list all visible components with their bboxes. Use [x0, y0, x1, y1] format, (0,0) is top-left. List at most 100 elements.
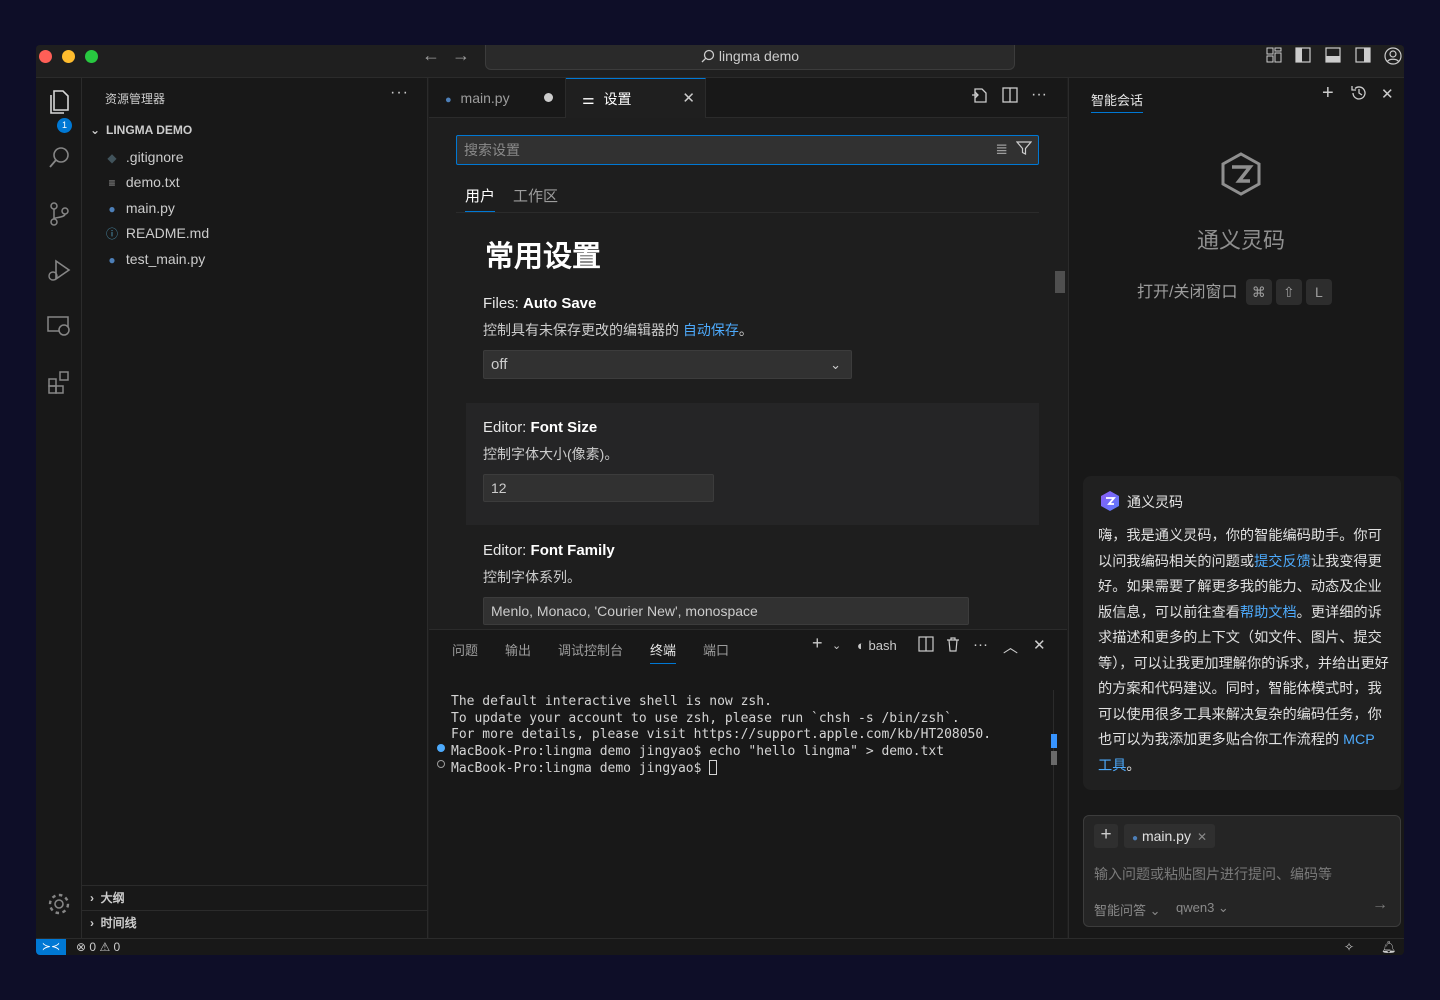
tab-settings[interactable]: ⚌ 设置 ✕: [566, 78, 706, 118]
model-selector[interactable]: qwen3 ⌄: [1176, 900, 1229, 916]
settings-scope-tabs: 用户 工作区: [456, 175, 1039, 213]
search-icon: [701, 49, 715, 63]
maximize-panel-icon[interactable]: ︿: [1003, 636, 1018, 657]
customize-layout-icon[interactable]: [1266, 47, 1282, 67]
file-item-demo-txt[interactable]: ≡ demo.txt: [102, 170, 179, 194]
toggle-panel-icon[interactable]: [1325, 47, 1341, 67]
terminal-scrollbar[interactable]: [1053, 690, 1054, 938]
mode-selector[interactable]: 智能问答 ⌄: [1094, 900, 1161, 919]
close-panel-icon[interactable]: ✕: [1033, 636, 1046, 654]
git-file-icon: ◆: [107, 151, 117, 165]
remote-indicator-icon[interactable]: ≻≺: [36, 939, 66, 955]
file-item-main-py[interactable]: ● main.py: [102, 196, 175, 220]
chevron-down-icon: ⌄: [830, 357, 841, 372]
split-terminal-icon[interactable]: [918, 636, 934, 656]
error-icon: ⊗: [76, 940, 87, 954]
activity-bar: 1: [36, 78, 82, 938]
filter-icon[interactable]: [1015, 140, 1033, 160]
file-item-gitignore[interactable]: ◆ .gitignore: [102, 145, 183, 169]
command-center-search[interactable]: lingma demo: [485, 45, 1015, 70]
timeline-section[interactable]: › 时间线: [82, 910, 428, 935]
panel-more-icon[interactable]: ···: [973, 636, 988, 653]
open-settings-json-icon[interactable]: [971, 86, 989, 109]
close-tab-icon[interactable]: ✕: [682, 79, 695, 119]
setting-editor-font-family: Editor: Font Family 控制字体系列。 Menlo, Monac…: [466, 542, 1039, 625]
command-key: ⌘: [1245, 279, 1272, 305]
terminal-output[interactable]: The default interactive shell is now zsh…: [451, 694, 991, 778]
unsaved-dot-icon[interactable]: [544, 93, 553, 102]
extensions-icon[interactable]: [36, 368, 82, 403]
chevron-right-icon: ›: [90, 916, 94, 930]
chevron-down-icon: ⌄: [90, 123, 101, 137]
settings-search-box[interactable]: ≣: [456, 135, 1039, 165]
python-file-icon: ●: [1132, 833, 1139, 844]
auto-save-dropdown[interactable]: off ⌄: [483, 350, 852, 379]
send-arrow-icon[interactable]: →: [1372, 896, 1388, 914]
toggle-primary-sidebar-icon[interactable]: [1295, 47, 1311, 67]
chat-input[interactable]: 输入问题或粘贴图片进行提问、编码等: [1094, 864, 1332, 884]
manage-gear-icon[interactable]: [36, 890, 82, 925]
scrollbar-marker: [1051, 751, 1057, 765]
setting-description: 控制字体系列。: [483, 569, 581, 585]
toggle-secondary-sidebar-icon[interactable]: [1355, 47, 1371, 67]
new-terminal-icon[interactable]: +: [812, 633, 823, 654]
chevron-down-icon[interactable]: ⌄: [832, 639, 841, 652]
tab-workspace[interactable]: 工作区: [513, 185, 558, 212]
tab-main-py[interactable]: ● main.py: [429, 78, 566, 118]
panel-tab-debug-console[interactable]: 调试控制台: [558, 640, 623, 664]
feedback-link[interactable]: 提交反馈: [1254, 554, 1311, 570]
tab-user[interactable]: 用户: [465, 185, 496, 212]
outline-section[interactable]: › 大纲: [82, 885, 428, 910]
trash-icon[interactable]: [945, 636, 961, 656]
panel-tab-terminal[interactable]: 终端: [650, 640, 677, 664]
forward-arrow-icon[interactable]: →: [452, 45, 470, 66]
search-icon[interactable]: [36, 144, 82, 179]
setting-title: Editor: Font Size: [483, 419, 1022, 436]
settings-search-input[interactable]: [457, 136, 957, 164]
close-window-button[interactable]: [39, 50, 52, 63]
panel-tab-output[interactable]: 输出: [505, 640, 531, 664]
command-success-dot[interactable]: [437, 744, 445, 752]
more-actions-icon[interactable]: ···: [390, 84, 409, 102]
context-file-chip[interactable]: ● main.py ✕: [1124, 824, 1216, 848]
chat-panel-title[interactable]: 智能会话: [1091, 90, 1144, 113]
warning-icon: ⚠: [99, 940, 111, 954]
notifications-bell-icon[interactable]: 🔔︎: [1381, 939, 1396, 955]
project-folder-header[interactable]: ⌄ LINGMA DEMO: [90, 123, 192, 137]
source-control-icon[interactable]: [36, 200, 82, 235]
explorer-icon[interactable]: 1: [36, 88, 82, 133]
back-arrow-icon[interactable]: ←: [422, 45, 440, 66]
outline-label: 大纲: [100, 891, 125, 905]
shell-name: bash: [868, 638, 897, 653]
file-name: test_main.py: [125, 251, 206, 267]
clear-filter-icon[interactable]: ≣: [995, 140, 1008, 158]
auto-save-link[interactable]: 自动保存: [683, 322, 739, 338]
new-chat-icon[interactable]: +: [1322, 82, 1334, 105]
editor-more-icon[interactable]: ···: [1031, 86, 1047, 104]
font-size-input[interactable]: 12: [483, 474, 714, 502]
help-docs-link[interactable]: 帮助文档: [1240, 605, 1297, 621]
message-text: 。: [1126, 757, 1141, 774]
panel-tab-ports[interactable]: 端口: [703, 640, 729, 664]
remove-context-icon[interactable]: ✕: [1197, 830, 1207, 844]
font-family-input[interactable]: Menlo, Monaco, 'Courier New', monospace: [483, 597, 969, 625]
lingma-status-icon[interactable]: ✧: [1344, 939, 1354, 955]
command-pending-dot[interactable]: [437, 760, 445, 768]
bottom-panel: 问题 输出 调试控制台 终端 端口 + ⌄ ◐ bash ··· ︿ ✕ The…: [429, 629, 1067, 938]
run-debug-icon[interactable]: [36, 256, 82, 291]
problems-status[interactable]: ⊗ 0 ⚠ 0: [76, 939, 120, 955]
history-icon[interactable]: [1350, 84, 1368, 107]
minimize-window-button[interactable]: [62, 50, 75, 63]
close-chat-icon[interactable]: ✕: [1381, 85, 1394, 103]
split-editor-icon[interactable]: [1001, 86, 1019, 109]
file-item-readme[interactable]: ⓘ README.md: [102, 221, 209, 245]
terminal-shell-selector[interactable]: ◐ bash: [857, 638, 897, 653]
maximize-window-button[interactable]: [85, 50, 98, 63]
explorer-sidebar: 资源管理器 ··· ⌄ LINGMA DEMO ◆ .gitignore ≡ de…: [82, 78, 428, 938]
panel-tab-problems[interactable]: 问题: [452, 640, 478, 664]
file-item-test-main-py[interactable]: ● test_main.py: [102, 247, 205, 271]
remote-explorer-icon[interactable]: [36, 312, 82, 347]
account-icon[interactable]: [1384, 47, 1402, 69]
settings-scrollbar[interactable]: [1055, 271, 1065, 293]
add-context-button[interactable]: +: [1094, 824, 1118, 848]
